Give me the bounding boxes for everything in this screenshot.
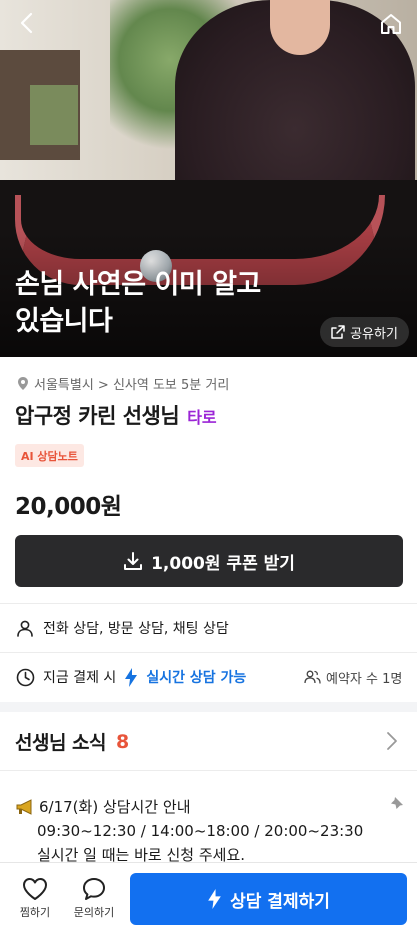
- notice-line1: 6/17(화) 상담시간 안내: [39, 798, 191, 816]
- realtime-row: 지금 결제 시 실시간 상담 가능: [16, 665, 246, 689]
- lightning-icon: [125, 667, 138, 687]
- inquiry-label: 문의하기: [73, 906, 115, 919]
- news-count: 8: [116, 730, 130, 753]
- divider: [0, 603, 417, 604]
- reservation-count: 예약자 수 1명: [304, 667, 402, 687]
- news-title: 선생님 소식: [15, 732, 107, 754]
- back-button[interactable]: [12, 8, 42, 38]
- chat-bubble-icon: [83, 878, 105, 900]
- coupon-button[interactable]: 1,000원 쿠폰 받기: [15, 535, 403, 587]
- bottom-action-bar: 찜하기 문의하기 상담 결제하기: [0, 862, 417, 927]
- divider: [0, 652, 417, 653]
- notice-line2: 09:30~12:30 / 14:00~18:00 / 20:00~23:30: [37, 822, 364, 840]
- person-icon: [17, 620, 33, 637]
- counselor-name: 압구정 카린 선생님: [15, 404, 180, 428]
- lightning-icon: [208, 889, 221, 909]
- news-notice[interactable]: 6/17(화) 상담시간 안내 09:30~12:30 / 14:00~18:0…: [15, 795, 410, 867]
- share-icon: [331, 325, 345, 339]
- ai-note-badge: AI 상담노트: [15, 444, 84, 467]
- like-label: 찜하기: [19, 906, 51, 919]
- name-row: 압구정 카린 선생님 타로: [15, 400, 217, 430]
- price: 20,000원: [15, 494, 122, 520]
- people-icon: [304, 670, 321, 684]
- home-button[interactable]: [376, 10, 406, 38]
- realtime-label: 실시간 상담 가능: [146, 670, 247, 686]
- pin-icon: [391, 797, 403, 809]
- location-info: 서울특별시 > 신사역 도보 5분 거리: [17, 373, 229, 393]
- divider: [0, 770, 417, 771]
- hero-card-box-2: [30, 85, 78, 145]
- section-separator: [0, 702, 417, 712]
- download-icon: [124, 552, 143, 570]
- clock-icon: [16, 668, 35, 686]
- location-pin-icon: [18, 376, 28, 390]
- location-text: 서울특별시 > 신사역 도보 5분 거리: [34, 377, 230, 393]
- chevron-right-icon[interactable]: [382, 730, 402, 752]
- pay-button[interactable]: 상담 결제하기: [130, 873, 407, 925]
- heart-icon: [23, 878, 47, 900]
- share-label: 공유하기: [350, 326, 398, 342]
- like-button[interactable]: 찜하기: [15, 877, 55, 920]
- inquiry-button[interactable]: 문의하기: [70, 877, 118, 920]
- home-icon: [381, 14, 401, 34]
- reservation-text: 예약자 수 1명: [326, 671, 403, 687]
- consult-types: 전화 상담, 방문 상담, 채팅 상담: [43, 621, 229, 637]
- consult-types-row: 전화 상담, 방문 상담, 채팅 상담: [16, 617, 229, 639]
- pay-now-prefix: 지금 결제 시: [43, 670, 117, 686]
- coupon-label: 1,000원 쿠폰 받기: [151, 553, 295, 574]
- hero-title: 손님 사연은 이미 알고 있습니다: [15, 269, 261, 337]
- pay-label: 상담 결제하기: [230, 891, 330, 912]
- back-arrow-icon: [20, 12, 33, 34]
- share-button[interactable]: 공유하기: [320, 317, 409, 347]
- megaphone-icon: [16, 799, 32, 815]
- category-label: 타로: [187, 408, 217, 427]
- news-header[interactable]: 선생님 소식 8: [15, 728, 129, 755]
